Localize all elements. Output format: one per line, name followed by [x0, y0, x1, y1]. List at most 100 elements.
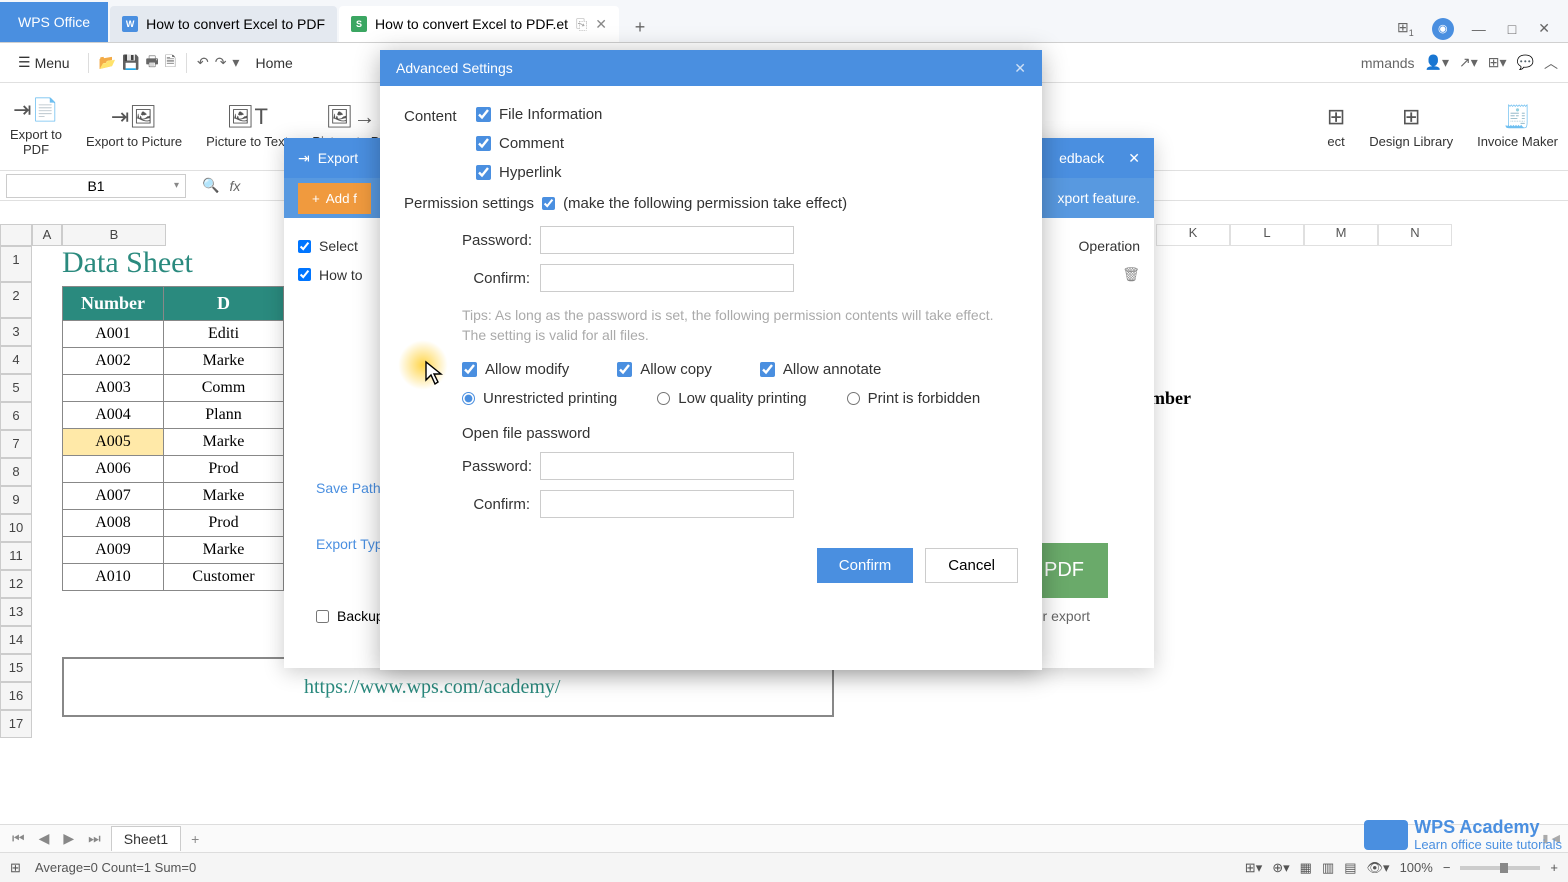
row-header-1[interactable]: 1 — [0, 246, 32, 282]
share-icon[interactable]: ↗▾ — [1459, 54, 1478, 71]
home-tab[interactable]: Home — [245, 47, 302, 79]
close-icon[interactable]: ✕ — [1014, 60, 1026, 77]
confirm-button[interactable]: Confirm — [817, 548, 914, 583]
pin-icon[interactable]: ⎘ — [576, 16, 587, 33]
chat-icon[interactable]: 💬 — [1517, 54, 1534, 71]
zoom-icon[interactable]: 🔍 — [202, 177, 219, 194]
user-icon[interactable]: 👤▾ — [1425, 54, 1449, 71]
col-header-L[interactable]: L — [1230, 224, 1304, 246]
col-header-N[interactable]: N — [1378, 224, 1452, 246]
select-button[interactable]: ⊞ ect — [1327, 104, 1345, 149]
add-sheet-icon[interactable]: + — [187, 829, 203, 849]
row-header-17[interactable]: 17 — [0, 710, 32, 738]
allow-copy-checkbox[interactable]: Allow copy — [617, 361, 712, 378]
window-close-icon[interactable]: ✕ — [1534, 16, 1554, 41]
permission-password-input[interactable] — [540, 226, 794, 254]
window-maximize-icon[interactable]: □ — [1504, 17, 1520, 41]
fx-label[interactable]: fx — [229, 178, 240, 194]
row-header-13[interactable]: 13 — [0, 598, 32, 626]
zoom-out-icon[interactable]: − — [1443, 860, 1451, 875]
doc-tab-0[interactable]: W How to convert Excel to PDF — [110, 6, 337, 42]
permission-checkbox[interactable] — [542, 197, 555, 210]
app-tab[interactable]: WPS Office — [0, 2, 108, 42]
next-sheet-icon[interactable]: ▶ — [59, 828, 78, 849]
select-all-checkbox[interactable] — [298, 240, 311, 253]
permission-confirm-input[interactable] — [540, 264, 794, 292]
avatar[interactable]: ◉ — [1432, 18, 1454, 40]
view-page-icon[interactable]: ▤ — [1344, 860, 1356, 876]
view-normal-icon[interactable]: ▦ — [1300, 860, 1312, 876]
view-layout-icon[interactable]: ▥ — [1322, 860, 1334, 876]
open-password-input[interactable] — [540, 452, 794, 480]
row-header-6[interactable]: 6 — [0, 402, 32, 430]
close-icon[interactable]: ✕ — [595, 16, 607, 33]
row-header-3[interactable]: 3 — [0, 318, 32, 346]
row-header-16[interactable]: 16 — [0, 682, 32, 710]
design-library-button[interactable]: ⊞ Design Library — [1369, 104, 1453, 149]
undo-icon[interactable]: ↶ — [197, 54, 209, 71]
row-header-10[interactable]: 10 — [0, 514, 32, 542]
col-header-M[interactable]: M — [1304, 224, 1378, 246]
zoom-value[interactable]: 100% — [1400, 860, 1433, 875]
save-path-label[interactable]: Save Path — [316, 474, 383, 502]
file-checkbox[interactable] — [298, 268, 311, 281]
row-header-4[interactable]: 4 — [0, 346, 32, 374]
row-header-12[interactable]: 12 — [0, 570, 32, 598]
zoom-in-icon[interactable]: + — [1550, 860, 1558, 875]
calendar-icon[interactable]: ⊞1 — [1393, 15, 1418, 42]
row-header-15[interactable]: 15 — [0, 654, 32, 682]
redo-icon[interactable]: ↷ — [215, 54, 227, 71]
menu-button[interactable]: ☰ Menu — [10, 50, 78, 75]
row-header-11[interactable]: 11 — [0, 542, 32, 570]
picture-to-text-button[interactable]: 🖼T Picture to Text — [206, 104, 288, 149]
col-header-B[interactable]: B — [62, 224, 166, 246]
delete-icon[interactable]: 🗑 — [1122, 266, 1140, 283]
comment-checkbox[interactable]: Comment — [476, 135, 602, 152]
invoice-maker-button[interactable]: 🧾 Invoice Maker — [1477, 104, 1558, 149]
add-file-button[interactable]: + Add f — [298, 183, 371, 214]
save-icon[interactable]: 💾 — [122, 54, 139, 71]
print-forbidden-radio[interactable]: Print is forbidden — [847, 390, 981, 407]
allow-modify-checkbox[interactable]: Allow modify — [462, 361, 569, 378]
print-icon[interactable]: 🖶 — [145, 51, 158, 75]
doc-tab-1[interactable]: S How to convert Excel to PDF.et ⎘ ✕ — [339, 6, 619, 42]
allow-annotate-checkbox[interactable]: Allow annotate — [760, 361, 881, 378]
collapse-icon[interactable]: ︿ — [1544, 53, 1558, 73]
print-low-radio[interactable]: Low quality printing — [657, 390, 806, 407]
name-box[interactable]: B1 — [6, 174, 186, 198]
row-header-2[interactable]: 2 — [0, 282, 32, 318]
row-header-8[interactable]: 8 — [0, 458, 32, 486]
view-eye-icon[interactable]: 👁▾ — [1367, 860, 1390, 876]
dropdown-icon[interactable]: ▾ — [232, 54, 239, 71]
select-all-corner[interactable] — [0, 224, 32, 246]
view-center-icon[interactable]: ⊕▾ — [1272, 860, 1289, 876]
display-mode-icon[interactable]: ⊞ — [10, 860, 21, 876]
backup-checkbox[interactable] — [316, 610, 329, 623]
hyperlink-checkbox[interactable]: Hyperlink — [476, 164, 602, 181]
row-header-7[interactable]: 7 — [0, 430, 32, 458]
row-header-5[interactable]: 5 — [0, 374, 32, 402]
col-header-K[interactable]: K — [1156, 224, 1230, 246]
export-type-label[interactable]: Export Typ — [316, 530, 383, 558]
add-tab-button[interactable]: + — [625, 12, 655, 42]
feedback-label[interactable]: edback — [1059, 150, 1104, 166]
prev-sheet-icon[interactable]: ◀ — [35, 828, 54, 849]
view-grid-icon[interactable]: ⊞▾ — [1245, 860, 1262, 876]
preview-icon[interactable]: 🗎 — [165, 51, 176, 75]
first-sheet-icon[interactable]: ⏮ — [8, 828, 29, 849]
window-minimize-icon[interactable]: — — [1468, 17, 1490, 41]
sheet-tab-active[interactable]: Sheet1 — [111, 826, 181, 851]
row-header-9[interactable]: 9 — [0, 486, 32, 514]
export-pdf-button[interactable]: ⇥📄 Export to PDF — [10, 97, 62, 157]
layout-icon[interactable]: ⊞▾ — [1488, 54, 1507, 71]
open-confirm-input[interactable] — [540, 490, 794, 518]
zoom-slider[interactable] — [1460, 866, 1540, 870]
open-icon[interactable]: 📂 — [99, 54, 116, 71]
close-icon[interactable]: ✕ — [1128, 150, 1140, 167]
last-sheet-icon[interactable]: ⏭ — [84, 828, 105, 849]
cancel-button[interactable]: Cancel — [925, 548, 1018, 583]
print-unrestricted-radio[interactable]: Unrestricted printing — [462, 390, 617, 407]
export-picture-button[interactable]: ⇥🖼 Export to Picture — [86, 104, 182, 149]
row-header-14[interactable]: 14 — [0, 626, 32, 654]
file-info-checkbox[interactable]: File Information — [476, 106, 602, 123]
